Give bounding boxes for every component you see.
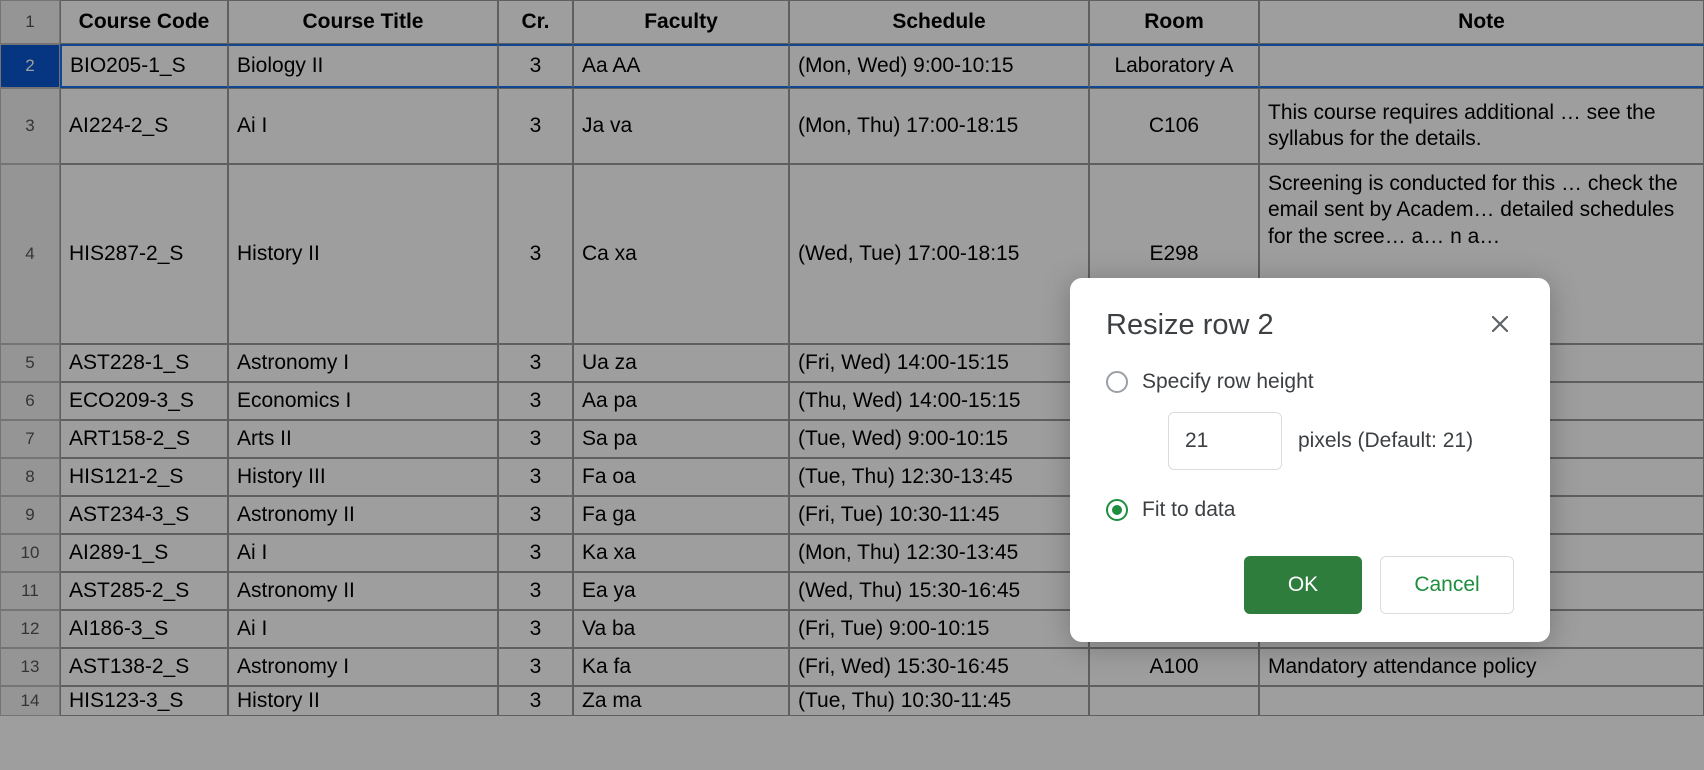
radio-icon-unchecked [1106, 371, 1128, 393]
close-icon[interactable] [1486, 308, 1514, 342]
radio-fit-to-data[interactable]: Fit to data [1106, 498, 1514, 522]
radio-specify-row-height[interactable]: Specify row height [1106, 370, 1514, 394]
radio-icon-checked [1106, 499, 1128, 521]
cancel-button[interactable]: Cancel [1380, 556, 1514, 614]
radio-label: Specify row height [1142, 370, 1314, 394]
row-height-input[interactable] [1168, 412, 1282, 470]
radio-label: Fit to data [1142, 498, 1235, 522]
ok-button[interactable]: OK [1244, 556, 1362, 614]
pixels-suffix: pixels (Default: 21) [1298, 429, 1473, 453]
resize-row-dialog: Resize row 2 Specify row height pixels (… [1070, 278, 1550, 642]
dialog-title: Resize row 2 [1106, 309, 1274, 342]
